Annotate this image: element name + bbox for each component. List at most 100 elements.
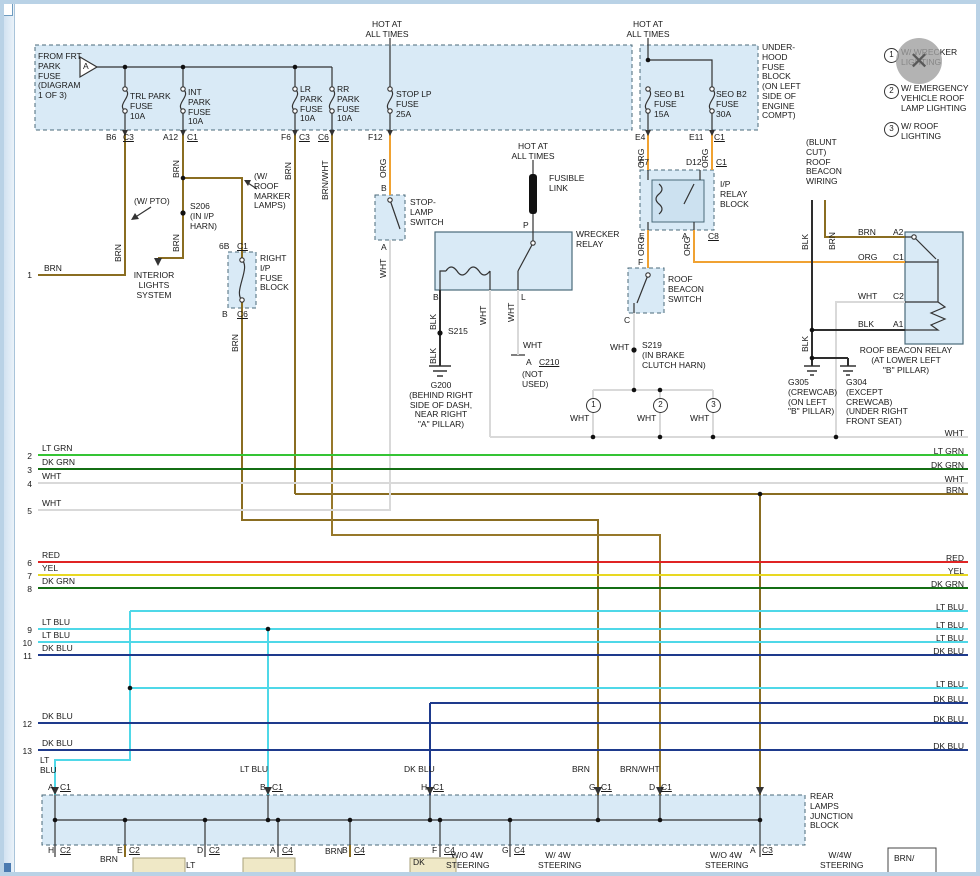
conn-c1-jb1: C1 <box>60 783 71 793</box>
conn-c1-a: C1 <box>187 133 198 143</box>
wrecker-relay-box <box>435 232 572 290</box>
corner-accent <box>2 863 11 872</box>
left-scrollbar[interactable] <box>0 0 15 876</box>
cutoff-connector-box-1 <box>133 858 185 875</box>
pin-b-jb: B <box>260 783 266 793</box>
wire-dkblu-jb: DK BLU <box>404 765 435 775</box>
option-3-marker: 3 <box>706 398 721 413</box>
row10-label: LT BLU <box>42 631 70 641</box>
conn-c1-c: C1 <box>237 242 248 252</box>
wire-wht-s219: WHT <box>610 343 629 353</box>
lr-park-fuse-label: LR PARK FUSE 10A <box>300 85 323 124</box>
wire-brn-v6: BRN <box>828 232 838 250</box>
row11-label: DK BLU <box>42 644 73 654</box>
right-ip-fuse-block-label: RIGHT I/P FUSE BLOCK <box>260 254 289 293</box>
wire-blk-v2: BLK <box>429 348 439 364</box>
right-label-wht-2: WHT <box>924 475 964 485</box>
pin-h-jb: H <box>421 783 427 793</box>
right-label-dkblu-1: DK BLU <box>924 647 964 657</box>
wrecker-relay-label: WRECKER RELAY <box>576 230 619 250</box>
legend-2-marker: 2 <box>884 84 899 99</box>
dk-blu-wires <box>38 655 968 795</box>
wire-blk-v4: BLK <box>801 336 811 352</box>
ip-relay-inner-box <box>652 180 704 222</box>
wire-wht-v1: WHT <box>379 259 389 278</box>
wire-blk-v3: BLK <box>801 234 811 250</box>
pin-d-jb: D <box>649 783 655 793</box>
roof-beacon-relay-label: ROOF BEACON RELAY (AT LOWER LEFT "B" PIL… <box>845 346 967 375</box>
wire-wht-v2: WHT <box>479 306 489 325</box>
wire-wht-c2: WHT <box>858 292 877 302</box>
row2-label: LT GRN <box>42 444 72 454</box>
right-label-ltblu-3: LT BLU <box>924 634 964 644</box>
g304-label: G304 (EXCEPT CREWCAB) (UNDER RIGHT FRONT… <box>846 378 908 427</box>
pin-h-jbb: H <box>48 846 54 856</box>
wo-4w-steering-label-2: W/O 4W STEERING <box>705 851 747 871</box>
wire-blk-v1: BLK <box>429 314 439 330</box>
w-4w-steering-label: W/ 4W STEERING <box>538 851 578 871</box>
row5-label: WHT <box>42 499 61 509</box>
pin-c-rbs: C <box>624 316 630 326</box>
pin-c2-relay: C2 <box>893 292 904 302</box>
close-button[interactable]: ✕ <box>896 38 942 84</box>
legend-3-label: W/ ROOF LIGHTING <box>901 122 941 142</box>
right-label-dkgrn-1: DK GRN <box>924 461 964 471</box>
document-icon <box>2 3 13 16</box>
cutoff-connector-box-2 <box>243 858 295 875</box>
pin-b6: B6 <box>106 133 116 143</box>
wire-brn-row1: BRN <box>44 264 62 274</box>
conn-c6-a: C6 <box>318 133 329 143</box>
row9-label: LT BLU <box>42 618 70 628</box>
hot-at-label-2: HOT AT ALL TIMES <box>616 20 680 40</box>
wire-wht-opt3: WHT <box>690 414 709 424</box>
wire-brn-v2: BRN <box>172 160 182 178</box>
stop-lamp-switch-label: STOP- LAMP SWITCH <box>410 198 444 227</box>
row-number-9: 9 <box>20 625 32 635</box>
wire-brn-v4: BRN <box>231 334 241 352</box>
wiring-diagram-canvas <box>0 0 980 876</box>
close-icon: ✕ <box>909 47 929 76</box>
wire-brn-v1: BRN <box>114 244 124 262</box>
pin-6b: 6B <box>219 242 229 252</box>
pin-a-c210: A <box>526 358 532 368</box>
wire-wht-c210: WHT <box>523 341 542 351</box>
row6-label: RED <box>42 551 60 561</box>
rr-park-fuse-label: RR PARK FUSE 10A <box>337 85 360 124</box>
row-number-6: 6 <box>20 558 32 568</box>
wire-org-c1: ORG <box>858 253 877 263</box>
row3-label: DK GRN <box>42 458 75 468</box>
dk-grn-rows <box>38 469 968 588</box>
triangle-a-label: A <box>83 62 89 72</box>
hot-at-label-1: HOT AT ALL TIMES <box>355 20 419 40</box>
s215-label: S215 <box>448 327 468 337</box>
conn-c2-jb1: C2 <box>60 846 71 856</box>
wire-wht-v3: WHT <box>507 303 517 322</box>
ip-relay-block-label: I/P RELAY BLOCK <box>720 180 749 209</box>
hot-at-label-3: HOT AT ALL TIMES <box>505 142 561 162</box>
dk-cut-label: DK <box>413 858 425 868</box>
right-label-dkblu-3: DK BLU <box>924 715 964 725</box>
pin-a-irb: A <box>682 232 688 242</box>
conn-c1-jb5: C1 <box>661 783 672 793</box>
conn-c8: C8 <box>708 232 719 242</box>
wo-4w-steering-label-1: W/O 4W STEERING <box>446 851 488 871</box>
blunt-cut-note: (BLUNT CUT) ROOF BEACON WIRING <box>806 138 842 187</box>
wire-wht-opt1: WHT <box>570 414 589 424</box>
right-label-ltblu-1: LT BLU <box>924 603 964 613</box>
int-park-fuse-label: INT PARK FUSE 10A <box>188 88 211 127</box>
right-label-dkblu-2: DK BLU <box>924 695 964 705</box>
underhood-fuse-block-label: UNDER- HOOD FUSE BLOCK (ON LEFT SIDE OF … <box>762 43 801 121</box>
pin-g-jbb: G <box>502 846 509 856</box>
seo-b2-fuse-label: SEO B2 FUSE 30A <box>716 90 747 119</box>
pin-g-jb: G <box>589 783 596 793</box>
row7-label: YEL <box>42 564 58 574</box>
pin-e11: E11 <box>689 133 704 143</box>
row-number-1: 1 <box>20 270 32 280</box>
pin-f-rbs: F <box>638 258 643 268</box>
right-label-red: RED <box>924 554 964 564</box>
wire-brn-a2: BRN <box>858 228 876 238</box>
conn-c1-d: C1 <box>716 158 727 168</box>
pin-f-jbb: F <box>432 846 437 856</box>
pin-a2: A2 <box>893 228 903 238</box>
row-number-3: 3 <box>20 465 32 475</box>
